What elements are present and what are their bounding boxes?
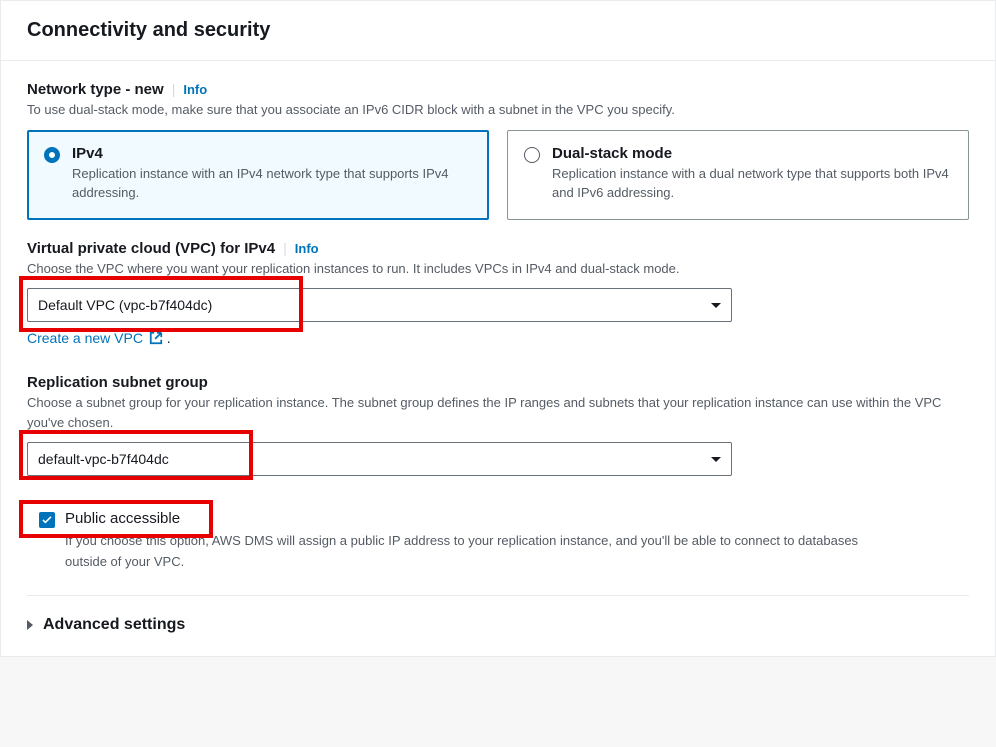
vpc-desc: Choose the VPC where you want your repli… xyxy=(27,259,969,279)
radio-unselected-icon xyxy=(524,147,540,163)
check-icon xyxy=(42,516,52,524)
public-accessible-desc: If you choose this option, AWS DMS will … xyxy=(65,531,885,573)
field-label-row: Virtual private cloud (VPC) for IPv4 | I… xyxy=(27,240,969,257)
public-accessible-label: Public accessible xyxy=(65,510,969,527)
public-accessible-field: Public accessible If you choose this opt… xyxy=(27,510,969,573)
network-type-field: Network type - new | Info To use dual-st… xyxy=(27,81,969,220)
create-vpc-link[interactable]: Create a new VPC xyxy=(27,330,167,346)
subnet-desc: Choose a subnet group for your replicati… xyxy=(27,393,969,432)
subnet-label: Replication subnet group xyxy=(27,374,208,391)
vpc-label: Virtual private cloud (VPC) for IPv4 xyxy=(27,240,275,257)
vpc-info-link[interactable]: Info xyxy=(295,241,319,256)
external-link-icon xyxy=(149,331,163,348)
advanced-settings-label: Advanced settings xyxy=(43,616,185,634)
network-type-dualstack-tile[interactable]: Dual-stack mode Replication instance wit… xyxy=(507,130,969,220)
vpc-field: Virtual private cloud (VPC) for IPv4 | I… xyxy=(27,240,969,349)
field-label-row: Network type - new | Info xyxy=(27,81,969,98)
vpc-selected-value: Default VPC (vpc-b7f404dc) xyxy=(38,297,212,313)
network-type-ipv4-tile[interactable]: IPv4 Replication instance with an IPv4 n… xyxy=(27,130,489,220)
divider: | xyxy=(281,240,289,256)
tile-desc: Replication instance with an IPv4 networ… xyxy=(72,164,472,203)
create-vpc-row: Create a new VPC . xyxy=(27,330,969,348)
network-type-info-link[interactable]: Info xyxy=(183,82,207,97)
caret-right-icon xyxy=(27,620,33,630)
network-type-tiles: IPv4 Replication instance with an IPv4 n… xyxy=(27,130,969,220)
connectivity-security-panel: Connectivity and security Network type -… xyxy=(0,0,996,657)
radio-selected-icon xyxy=(44,147,60,163)
tile-desc: Replication instance with a dual network… xyxy=(552,164,952,203)
tile-title: Dual-stack mode xyxy=(552,145,952,162)
panel-body: Network type - new | Info To use dual-st… xyxy=(1,61,995,656)
network-type-desc: To use dual-stack mode, make sure that y… xyxy=(27,100,969,120)
subnet-select[interactable]: default-vpc-b7f404dc xyxy=(27,442,732,476)
advanced-settings-toggle[interactable]: Advanced settings xyxy=(27,595,969,634)
panel-title: Connectivity and security xyxy=(27,19,969,42)
divider: | xyxy=(170,81,178,97)
chevron-down-icon xyxy=(711,303,721,308)
vpc-select[interactable]: Default VPC (vpc-b7f404dc) xyxy=(27,288,732,322)
network-type-label: Network type - new xyxy=(27,81,164,98)
field-label-row: Replication subnet group xyxy=(27,374,969,391)
public-accessible-row: Public accessible If you choose this opt… xyxy=(27,510,969,573)
panel-header: Connectivity and security xyxy=(1,1,995,61)
subnet-field: Replication subnet group Choose a subnet… xyxy=(27,374,969,476)
subnet-selected-value: default-vpc-b7f404dc xyxy=(38,451,169,467)
chevron-down-icon xyxy=(711,457,721,462)
tile-title: IPv4 xyxy=(72,145,472,162)
public-accessible-checkbox[interactable] xyxy=(39,512,55,528)
